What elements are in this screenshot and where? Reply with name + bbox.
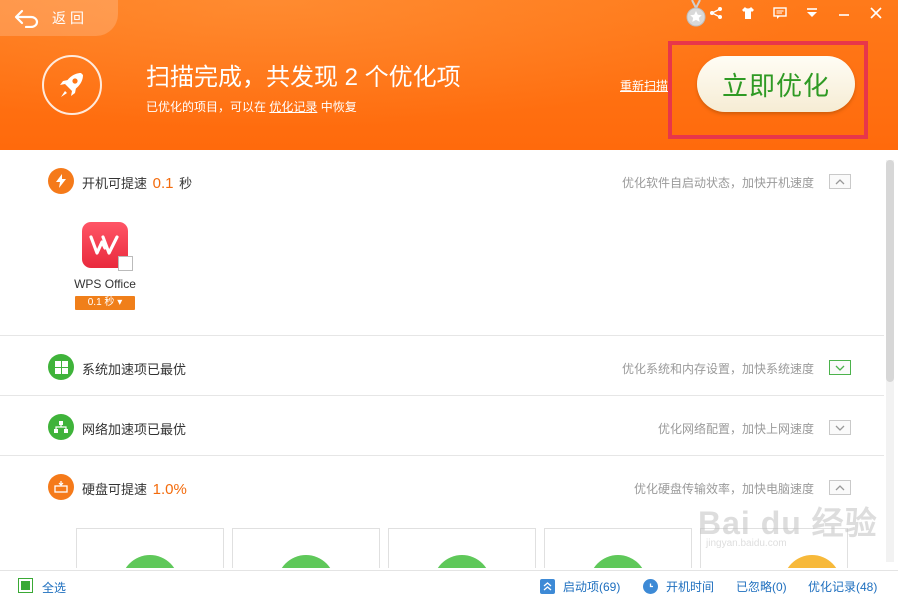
rocket-badge [42,55,102,115]
skin-shirt-icon[interactable] [734,2,762,24]
disk-value: 1.0% [152,481,187,498]
scrollbar[interactable] [886,160,894,562]
disk-status-ball [121,555,179,568]
rescan-link[interactable]: 重新扫描 [620,77,670,94]
disk-status-ball [589,555,647,568]
menu-icon[interactable] [798,2,826,24]
close-icon[interactable] [862,2,890,24]
disk-status-ball [277,555,335,568]
boot-item-wps[interactable]: WPS Office 0.1 秒 ▾ [70,220,140,315]
boot-label: 开机可提速 [82,176,148,191]
checkbox-fill [21,581,30,590]
baidu-watermark: Bai du 经验 jingyan.baidu.com [688,498,877,549]
collapse-toggle[interactable] [829,174,851,189]
chevron-up-icon [835,484,845,490]
boot-description: 优化软件自启动状态，加快开机速度 [621,176,814,190]
history-link[interactable]: 优化记录(48) [808,578,877,595]
startup-items-link[interactable]: 启动项(69) [540,578,620,595]
scan-result-subtitle: 已优化的项目，可以在 优化记录 中恢复 [146,98,357,115]
disk-card[interactable] [76,528,224,568]
ignored-link[interactable]: 已忽略(0) [736,578,787,595]
minimize-icon[interactable] [830,2,858,24]
section-network: 网络加速项已最优 优化网络配置，加快上网速度 [0,396,884,456]
subtitle-suffix: 中恢复 [317,100,357,114]
boot-unit: 秒 [179,176,193,191]
double-chevron-up-icon [540,579,555,594]
scroll-thumb[interactable] [886,160,894,382]
expand-toggle[interactable] [829,420,851,435]
ignored-label: 已忽略(0) [736,580,787,594]
disk-status-ball [783,555,841,568]
subtitle-prefix: 已优化的项目，可以在 [146,100,270,114]
network-description: 优化网络配置，加快上网速度 [657,422,814,436]
startup-items-label: 启动项(69) [563,580,621,594]
expand-toggle[interactable] [829,360,851,375]
disk-status-ball [433,555,491,568]
item-name: WPS Office [74,277,136,291]
optimize-history-link[interactable]: 优化记录 [269,100,317,114]
chevron-up-icon [835,178,845,184]
select-all-label[interactable]: 全选 [42,579,66,596]
history-label: 优化记录(48) [808,580,878,594]
item-time-label: 0.1 秒 [87,297,115,308]
system-description: 优化系统和内存设置，加快系统速度 [621,362,814,376]
section-title: 开机可提速 0.1 秒 [82,173,192,192]
system-label: 系统加速项已最优 [82,362,187,377]
back-label: 返回 [52,10,88,26]
section-system: 系统加速项已最优 优化系统和内存设置，加快系统速度 [0,336,884,396]
disk-card[interactable] [232,528,380,568]
scan-result-title: 扫描完成，共发现 2 个优化项 [146,64,461,91]
network-icon [48,414,74,440]
window-controls [702,2,890,24]
disk-label: 硬盘可提速 [82,482,148,497]
footer-bar: 全选 启动项(69) 开机时间 已忽略(0) 优化记录(48) [0,570,898,598]
boot-time-link[interactable]: 开机时间 [643,578,714,595]
collapse-toggle[interactable] [829,480,851,495]
network-label: 网络加速项已最优 [82,422,187,437]
back-button[interactable]: 返回 [0,0,118,36]
back-arrow-icon [14,9,39,28]
watermark-url: jingyan.baidu.com [706,538,787,549]
select-all-checkbox[interactable] [18,578,33,593]
disk-icon [48,474,74,500]
share-icon[interactable] [702,2,730,24]
boot-value: 0.1 [152,175,174,192]
section-title: 硬盘可提速 1.0% [82,479,189,498]
rocket-icon [60,73,83,97]
chevron-down-icon [835,425,845,431]
disk-card[interactable] [388,528,536,568]
lightning-icon [48,168,74,194]
windows-icon [48,354,74,380]
disk-card[interactable] [544,528,692,568]
item-time-dropdown[interactable]: 0.1 秒 ▾ [75,296,135,310]
boot-time-label: 开机时间 [666,580,715,594]
item-checkbox[interactable] [118,256,133,271]
feedback-icon[interactable] [766,2,794,24]
disk-description: 优化硬盘传输效率，加快电脑速度 [633,482,814,496]
chevron-down-icon [835,365,845,371]
header-banner: 返回 扫描完成，共发现 2 个优化项 已优化的项目，可以在 优化记录 中恢复 重… [0,0,898,150]
section-boot: 开机可提速 0.1 秒 优化软件自启动状态，加快开机速度 WPS Office … [0,150,884,336]
clock-icon [643,579,658,594]
highlight-frame [668,41,868,139]
